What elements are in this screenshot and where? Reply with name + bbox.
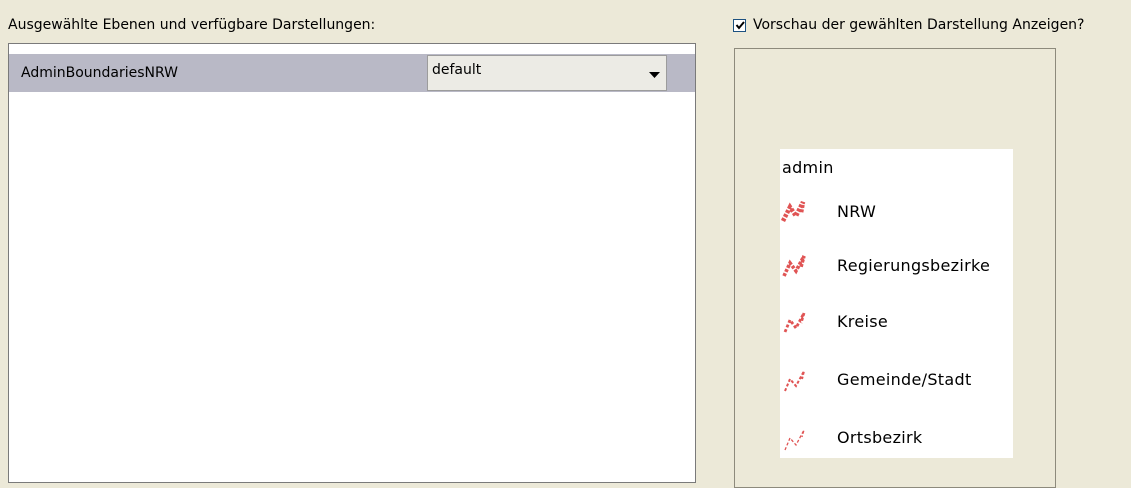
table-row[interactable]: AdminBoundariesNRW default bbox=[9, 54, 695, 92]
style-dropdown-value: default bbox=[432, 62, 482, 78]
legend-item-label: Kreise bbox=[837, 312, 888, 331]
boundary-line-icon bbox=[780, 200, 806, 223]
chevron-down-icon[interactable] bbox=[649, 72, 660, 78]
legend-image: admin NRW Regierungsbezirke Kreise Gemei… bbox=[780, 149, 1013, 458]
boundary-line-icon bbox=[783, 312, 806, 333]
legend-item-ortsbezirk: Ortsbezirk bbox=[780, 420, 1013, 454]
legend-item-label: Ortsbezirk bbox=[837, 428, 923, 447]
boundary-line-icon bbox=[782, 255, 806, 277]
preview-toggle[interactable]: Vorschau der gewählten Darstellung Anzei… bbox=[733, 17, 1084, 33]
style-dropdown[interactable]: default bbox=[427, 55, 667, 91]
legend-item-nrw: NRW bbox=[780, 194, 1013, 228]
layers-header-label: Ausgewählte Ebenen und verfügbare Darste… bbox=[8, 17, 376, 33]
legend-title: admin bbox=[782, 158, 834, 177]
boundary-line-icon bbox=[784, 370, 805, 392]
layer-style-table: AdminBoundariesNRW default bbox=[8, 43, 696, 483]
layer-name: AdminBoundariesNRW bbox=[21, 65, 179, 81]
legend-item-gemeinde-stadt: Gemeinde/Stadt bbox=[780, 362, 1013, 396]
legend-item-regierungsbezirke: Regierungsbezirke bbox=[780, 248, 1013, 282]
boundary-line-icon bbox=[784, 429, 805, 451]
check-mark-icon bbox=[735, 20, 745, 30]
legend-item-label: NRW bbox=[837, 202, 877, 221]
legend-item-label: Gemeinde/Stadt bbox=[837, 370, 972, 389]
legend-item-kreise: Kreise bbox=[780, 304, 1013, 338]
legend-item-label: Regierungsbezirke bbox=[837, 256, 991, 275]
preview-checkbox[interactable] bbox=[733, 18, 746, 32]
preview-checkbox-label: Vorschau der gewählten Darstellung Anzei… bbox=[753, 17, 1085, 33]
